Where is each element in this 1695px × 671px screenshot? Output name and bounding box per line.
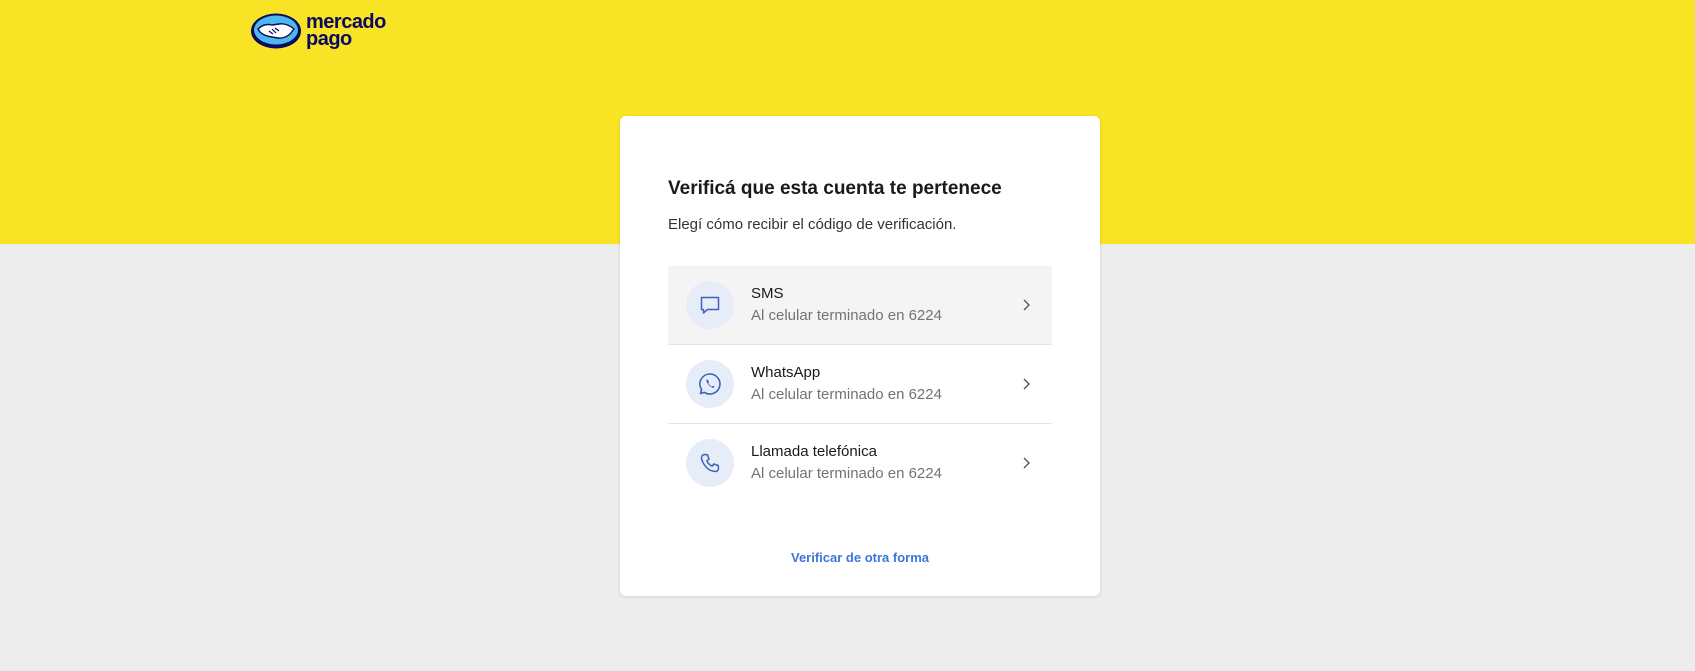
chevron-right-icon: [1023, 457, 1030, 469]
option-title: WhatsApp: [751, 364, 821, 381]
handshake-icon: [251, 13, 301, 49]
card-title: Verificá que esta cuenta te pertenece: [668, 178, 1002, 199]
mercado-pago-logo[interactable]: mercado pago: [250, 12, 386, 50]
option-title: Llamada telefónica: [751, 443, 877, 460]
option-phone-call[interactable]: Llamada telefónica Al celular terminado …: [668, 424, 1052, 502]
message-icon: [686, 281, 734, 329]
whatsapp-icon: [686, 360, 734, 408]
chevron-right-icon: [1023, 299, 1030, 311]
option-whatsapp[interactable]: WhatsApp Al celular terminado en 6224: [668, 345, 1052, 424]
verification-card: Verificá que esta cuenta te pertenece El…: [620, 116, 1100, 596]
verify-another-way-link[interactable]: Verificar de otra forma: [620, 550, 1100, 565]
page: mercado pago Verificá que esta cuenta te…: [0, 0, 1695, 671]
option-sms[interactable]: SMS Al celular terminado en 6224: [668, 266, 1052, 345]
option-description: Al celular terminado en 6224: [751, 386, 942, 403]
phone-icon: [686, 439, 734, 487]
option-phone-call-text: Llamada telefónica Al celular terminado …: [751, 441, 942, 485]
card-subtitle: Elegí cómo recibir el código de verifica…: [668, 216, 957, 233]
verification-options: SMS Al celular terminado en 6224 WhatsAp…: [668, 266, 1052, 502]
option-title: SMS: [751, 285, 784, 302]
option-description: Al celular terminado en 6224: [751, 307, 942, 324]
chevron-right-icon: [1023, 378, 1030, 390]
logo-text: mercado pago: [306, 12, 386, 50]
option-sms-text: SMS Al celular terminado en 6224: [751, 283, 942, 327]
option-whatsapp-text: WhatsApp Al celular terminado en 6224: [751, 362, 942, 406]
option-description: Al celular terminado en 6224: [751, 465, 942, 482]
logo-text-line2: pago: [306, 28, 352, 50]
